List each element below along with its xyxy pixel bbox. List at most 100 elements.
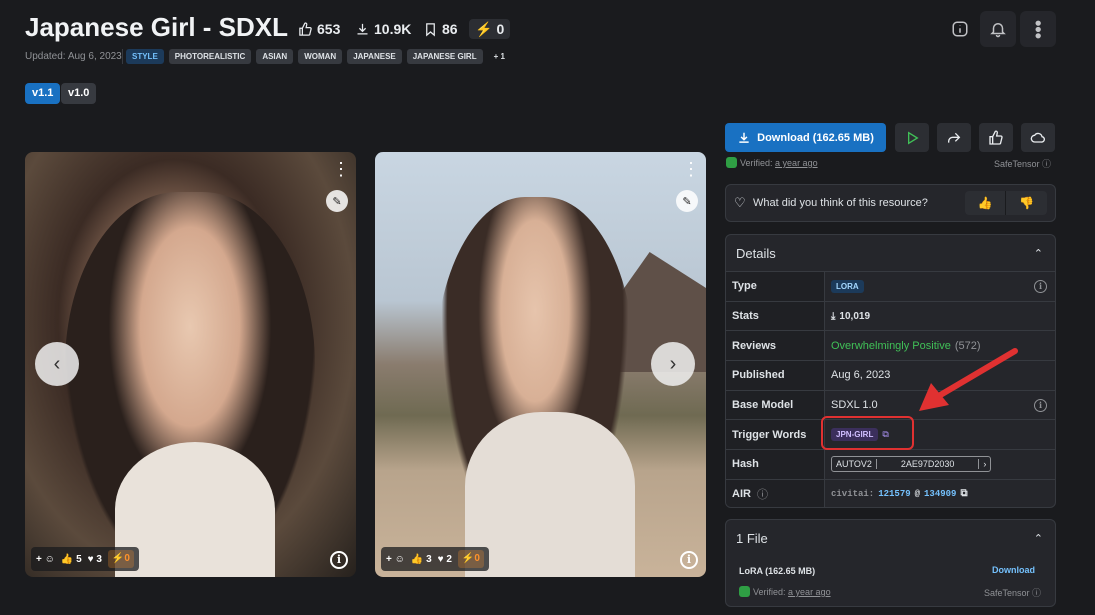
shield-check-icon xyxy=(739,586,750,597)
buzz-count[interactable]: ⚡ 0 xyxy=(469,19,511,39)
bookmark-count-value: 86 xyxy=(442,21,458,37)
remix-button[interactable]: ✎ xyxy=(676,190,698,212)
detail-row-type: Type LORA i xyxy=(726,271,1055,301)
dots-vertical-icon[interactable]: ⋮ xyxy=(332,160,350,178)
highlight-box xyxy=(821,416,914,450)
feedback-buttons: 👍 👎 xyxy=(965,191,1047,215)
info-button[interactable] xyxy=(942,11,978,47)
info-icon[interactable]: ⓘ xyxy=(1042,159,1051,169)
base-model-value: SDXL 1.0 xyxy=(831,399,878,412)
info-icon xyxy=(952,21,968,37)
dots-vertical-icon[interactable]: ⋮ xyxy=(682,160,700,178)
detail-key: Reviews xyxy=(726,331,825,361)
cloud-save-button[interactable] xyxy=(1021,123,1055,152)
info-icon[interactable]: ⓘ xyxy=(757,486,768,502)
detail-row-hash: Hash AUTOV2 2AE97D2030 › xyxy=(726,449,1055,479)
more-menu-button[interactable]: ••• xyxy=(1020,11,1056,47)
detail-key: Hash xyxy=(726,450,825,479)
more-tags-button[interactable]: + 1 xyxy=(488,49,511,64)
thumbs-count: 5 xyxy=(76,553,82,565)
download-icon xyxy=(357,23,368,34)
hash-value[interactable]: 2AE97D2030 xyxy=(877,459,979,469)
heart-reaction[interactable]: ♥ 2 xyxy=(438,554,452,565)
info-icon[interactable]: i xyxy=(1034,279,1047,293)
like-button[interactable] xyxy=(979,123,1013,152)
version-tab-1-0[interactable]: v1.0 xyxy=(61,83,97,104)
verified-time-link[interactable]: a year ago xyxy=(788,587,831,597)
thumbs-up-reaction[interactable]: 👍 5 xyxy=(61,554,82,565)
thumbs-up-reaction[interactable]: 👍 3 xyxy=(411,554,432,565)
feedback-question: What did you think of this resource? xyxy=(753,197,928,209)
shield-check-icon xyxy=(726,157,737,168)
like-count[interactable]: 653 xyxy=(298,19,340,39)
info-icon[interactable]: ⓘ xyxy=(1032,588,1041,598)
air-model-id: 121579 xyxy=(878,489,911,500)
cloud-icon xyxy=(1030,132,1046,143)
download-count-value: 10.9K xyxy=(374,21,412,37)
tag-japanese[interactable]: JAPANESE xyxy=(347,49,402,64)
type-badge: LORA xyxy=(831,279,864,293)
file-name: LoRA (162.65 MB) xyxy=(739,566,816,576)
files-header[interactable]: 1 File ⌃ xyxy=(726,520,1055,556)
air-prefix: civitai: xyxy=(831,489,875,500)
bookmark-count[interactable]: 86 xyxy=(423,19,458,39)
chevron-right-icon[interactable]: › xyxy=(978,459,990,470)
dots-vertical-icon: ••• xyxy=(1028,19,1048,39)
play-icon xyxy=(908,130,919,145)
tag-photorealistic[interactable]: PHOTOREALISTIC xyxy=(168,49,252,64)
updated-date: Updated: Aug 6, 2023 xyxy=(25,51,122,62)
detail-row-air: AIR ⓘ civitai: 121579 @134909 ⧉ xyxy=(726,478,1055,507)
heart-count: 3 xyxy=(96,553,102,565)
chevron-right-icon: › xyxy=(669,352,677,375)
heart-reaction[interactable]: ♥ 3 xyxy=(88,554,102,565)
dress-shape xyxy=(465,412,635,577)
info-icon[interactable]: i xyxy=(1034,398,1047,412)
version-tab-1-1[interactable]: v1.1 xyxy=(25,83,61,104)
thumbs-count: 3 xyxy=(426,553,432,565)
like-count-value: 653 xyxy=(317,21,341,37)
tag-asian[interactable]: ASIAN xyxy=(256,49,294,64)
file-download-link[interactable]: Download xyxy=(992,565,1035,575)
add-reaction-button[interactable]: + ☺ xyxy=(386,554,405,565)
buzz-reaction[interactable]: ⚡0 xyxy=(107,550,134,568)
thumbs-up-icon xyxy=(989,130,1003,145)
thumbs-up-feedback-button[interactable]: 👍 xyxy=(965,191,1006,215)
carousel-next-button[interactable]: › xyxy=(651,342,695,386)
download-button-label: Download (162.65 MB) xyxy=(757,131,874,144)
detail-key: Trigger Words xyxy=(726,420,825,450)
run-button[interactable] xyxy=(895,123,929,152)
share-button[interactable] xyxy=(937,123,971,152)
verified-label: Verified: xyxy=(740,158,773,168)
tag-woman[interactable]: WOMAN xyxy=(298,49,343,64)
download-icon xyxy=(739,132,749,143)
heart-count: 2 xyxy=(446,553,452,565)
add-reaction-button[interactable]: + ☺ xyxy=(36,554,55,565)
image-info-icon[interactable]: i xyxy=(680,551,698,569)
verified-time-link[interactable]: a year ago xyxy=(775,158,818,168)
verified-status: Verified: a year ago xyxy=(726,157,818,168)
heart-icon: ♡ xyxy=(734,195,746,210)
download-button[interactable]: Download (162.65 MB) xyxy=(725,123,886,152)
detail-key: Type xyxy=(726,272,825,301)
hash-type: AUTOV2 xyxy=(832,459,877,470)
tag-japanese-girl[interactable]: JAPANESE GIRL xyxy=(406,49,483,64)
thumbs-down-feedback-button[interactable]: 👎 xyxy=(1006,191,1047,215)
detail-row-stats: Stats ⤓ 10,019 xyxy=(726,300,1055,331)
tag-style[interactable]: STYLE xyxy=(126,49,164,64)
reaction-bar: + ☺ 👍 5 ♥ 3 ⚡0 xyxy=(31,547,139,571)
download-count: 10.9K xyxy=(355,19,411,39)
buzz-reaction[interactable]: ⚡0 xyxy=(457,550,484,568)
copy-icon[interactable]: ⧉ xyxy=(960,488,967,500)
details-header[interactable]: Details ⌃ xyxy=(726,235,1055,271)
hash-selector[interactable]: AUTOV2 2AE97D2030 › xyxy=(831,456,992,473)
remix-button[interactable]: ✎ xyxy=(326,190,348,212)
image-info-icon[interactable]: i xyxy=(330,551,348,569)
detail-key: AIR xyxy=(732,488,751,501)
carousel-prev-button[interactable]: ‹ xyxy=(35,342,79,386)
brush-icon: ✎ xyxy=(332,195,342,208)
notify-button[interactable] xyxy=(980,11,1016,47)
feedback-panel: ♡ What did you think of this resource? 👍… xyxy=(725,184,1056,222)
air-separator: @ xyxy=(914,489,921,500)
file-verified-status: Verified: a year ago xyxy=(739,586,831,597)
files-title: 1 File xyxy=(736,530,768,546)
